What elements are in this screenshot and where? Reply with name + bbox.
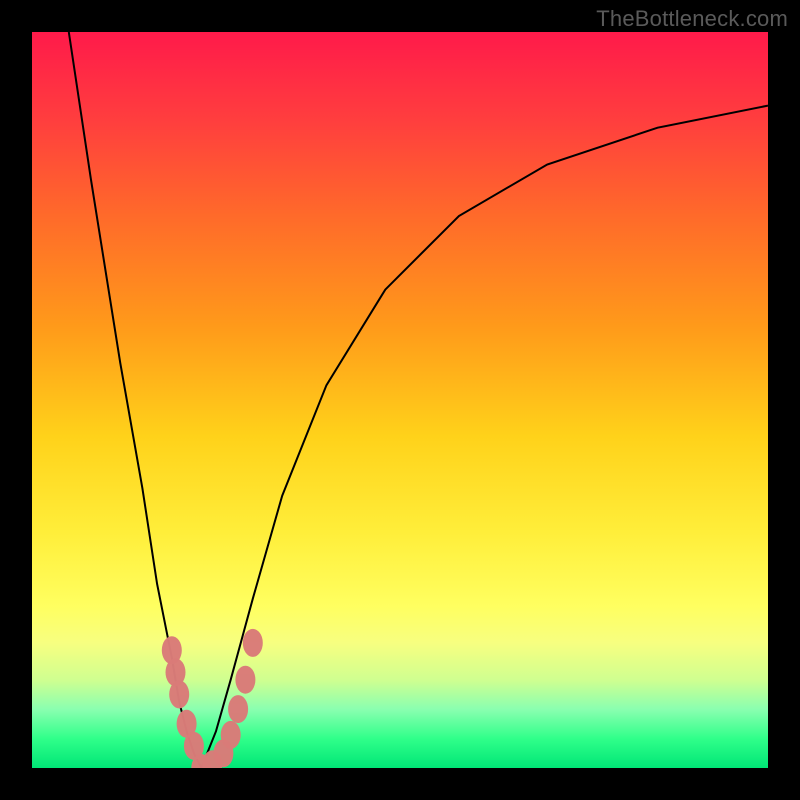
curve-layer — [32, 32, 768, 768]
chart-frame: TheBottleneck.com — [0, 0, 800, 800]
plot-area — [32, 32, 768, 768]
marker-blobs — [162, 629, 263, 768]
marker-blob — [228, 695, 248, 723]
marker-blob — [169, 680, 189, 708]
left-branch-curve — [69, 32, 202, 768]
marker-blob — [235, 666, 255, 694]
marker-blob — [221, 721, 241, 749]
marker-blob — [243, 629, 263, 657]
right-branch-curve — [201, 106, 768, 768]
watermark-text: TheBottleneck.com — [596, 6, 788, 32]
